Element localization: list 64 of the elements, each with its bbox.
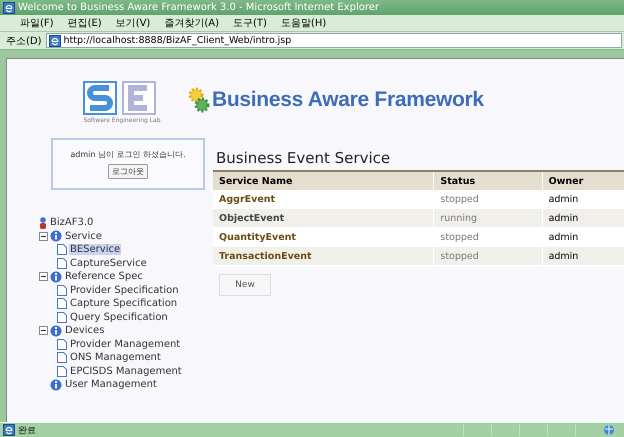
tree-item[interactable]: Capture Specification [69,298,178,310]
tree-item[interactable]: Service [64,230,103,242]
tree-item[interactable]: Provider Management [69,338,182,350]
new-button[interactable]: New [219,274,271,296]
document-icon [57,352,67,364]
person-icon [39,216,47,229]
table-cell[interactable]: ObjectEvent [213,208,434,228]
table-cell: admin [542,246,624,266]
table-cell: stopped [434,228,542,246]
login-message: admin 님이 로그인 하셨습니다. [70,149,186,160]
document-icon [57,298,67,310]
menu-item[interactable]: 즐겨찾기(A) [164,16,219,30]
menu-item[interactable]: 편집(E) [68,16,102,30]
document-icon [57,284,67,296]
globe-icon [603,424,615,436]
page-icon [48,34,61,46]
window-title: Welcome to Business Aware Framework 3.0 - Microsoft Internet Explorer [18,2,379,13]
table-cell[interactable]: QuantityEvent [213,228,434,246]
menu-item[interactable]: 도움말(H) [280,16,326,30]
tree-item[interactable]: Devices [64,325,106,336]
tree-root[interactable]: BizAF3.0 [49,217,94,228]
status-text: 완료 [18,424,37,436]
logout-button[interactable]: 로그아웃 [108,164,148,179]
table-cell[interactable]: TransactionEvent [213,246,434,266]
tree-item[interactable]: CaptureService [69,258,148,269]
table-cell[interactable]: AggrEvent [213,190,434,208]
tree-item[interactable]: Query Specification [69,312,169,323]
gear-icon [188,87,210,113]
column-header: Owner [542,171,624,190]
tree-item[interactable]: EPCISDS Management [69,366,183,377]
table-cell: stopped [434,190,542,208]
collapse-icon[interactable] [39,232,48,241]
page-title: Business Event Service [216,149,392,167]
menu-item[interactable]: 파일(F) [20,16,54,30]
table-cell: admin [542,208,624,228]
table-cell: stopped [434,246,542,266]
address-field[interactable]: http://localhost:8888/BizAF_Client_Web/intro.jsp [46,33,622,48]
tree-item[interactable]: Provider Specification [69,284,180,296]
info-icon [50,270,62,283]
menu-item[interactable]: 도구(T) [233,16,267,30]
page-icon [3,424,15,436]
tree-item[interactable]: ONS Management [69,352,162,364]
collapse-icon[interactable] [39,272,48,282]
table-cell: running [434,208,542,228]
info-icon [50,230,62,242]
document-icon [57,312,67,323]
column-header: Status [434,171,542,190]
table-cell: admin [542,190,624,208]
tree-item[interactable]: User Management [64,379,158,390]
document-icon [57,366,67,377]
collapse-icon[interactable] [39,326,48,336]
browser-icon [3,2,15,14]
address-label: 주소(D) [6,34,42,48]
info-icon [50,324,62,337]
logo-title: Business Aware Framework [212,88,484,112]
document-icon [57,258,67,269]
table-cell: admin [542,228,624,246]
info-icon [50,378,62,391]
menu-item[interactable]: 보기(V) [116,16,150,30]
column-header: Service Name [213,171,434,190]
document-icon [57,338,67,350]
document-icon [57,244,67,256]
tree-item[interactable]: Reference Spec [64,271,144,282]
tree-item[interactable]: BEService [69,244,122,256]
